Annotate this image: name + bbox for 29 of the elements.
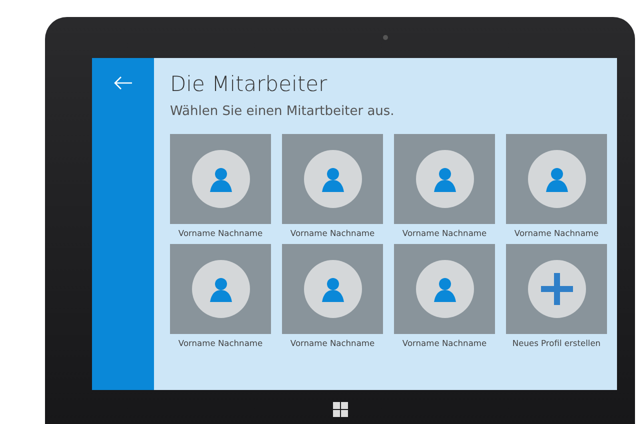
person-icon — [432, 166, 458, 192]
person-icon — [320, 166, 346, 192]
profile-tile[interactable] — [506, 244, 607, 334]
tile-label: Vorname Nachname — [514, 228, 599, 238]
person-icon — [208, 276, 234, 302]
person-icon — [320, 276, 346, 302]
profile-tile[interactable] — [170, 244, 271, 334]
tile-label: Vorname Nachname — [290, 338, 375, 348]
page-title: Die Mitarbeiter — [170, 72, 328, 96]
page-subtitle: Wählen Sie einen Mitartbeiter aus. — [170, 104, 396, 119]
person-icon — [208, 166, 234, 192]
profile-tile[interactable] — [394, 134, 495, 224]
tile-label: Neues Profil erstellen — [512, 338, 601, 348]
windows-logo-icon[interactable] — [332, 402, 348, 417]
person-icon — [432, 276, 458, 302]
profile-tile[interactable] — [394, 244, 495, 334]
plus-icon — [540, 273, 572, 305]
tile-label: Vorname Nachname — [402, 228, 487, 238]
profile-tile[interactable] — [282, 244, 383, 334]
tile-label: Vorname Nachname — [290, 228, 375, 238]
profile-tile[interactable] — [282, 134, 383, 224]
profile-tile[interactable] — [506, 134, 607, 224]
profile-tile[interactable] — [170, 134, 271, 224]
camera-icon — [382, 35, 388, 40]
person-icon — [544, 166, 570, 192]
tile-label: Vorname Nachname — [178, 338, 263, 348]
back-icon[interactable] — [113, 76, 133, 90]
tile-label: Vorname Nachname — [178, 228, 263, 238]
tile-label: Vorname Nachname — [402, 338, 487, 348]
